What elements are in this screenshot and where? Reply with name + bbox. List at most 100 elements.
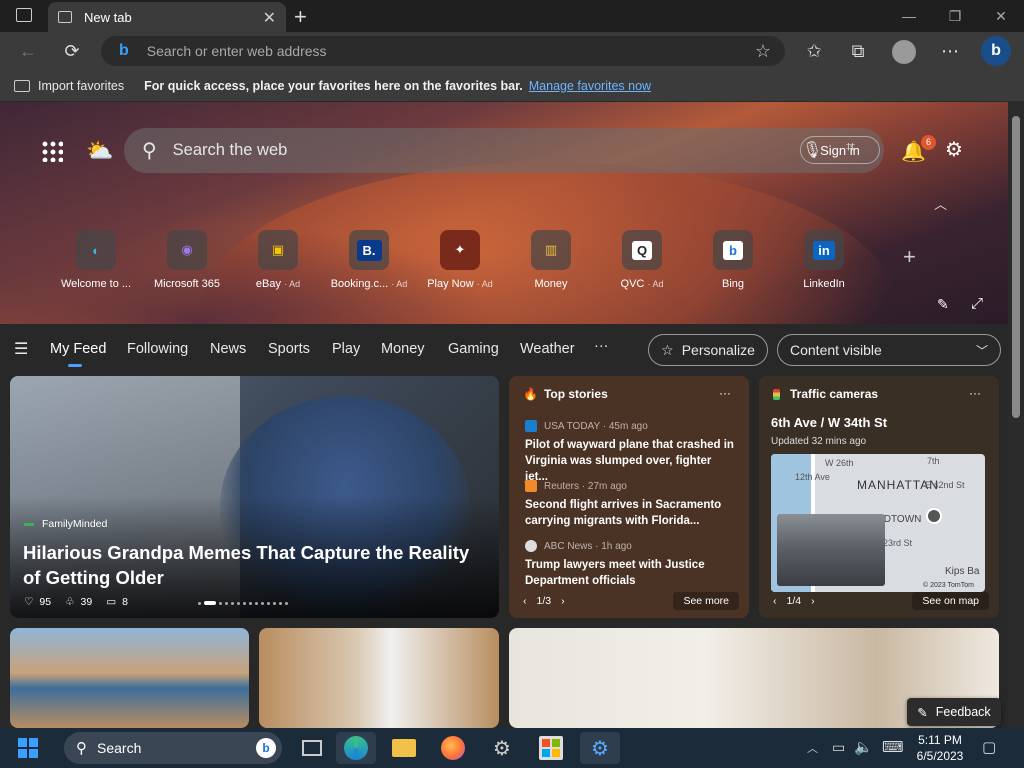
web-search-box[interactable]: ⚲ Search the web 🎙 ⌗ [124,128,884,173]
edit-background-icon[interactable]: ✎ [937,296,949,313]
taskbar-search-box[interactable]: ⚲ Search b [64,732,282,764]
clock[interactable]: 5:11 PM 6/5/2023 [910,732,970,764]
card-options-icon[interactable]: ··· [719,386,731,400]
nav-sports[interactable]: Sports [268,341,310,357]
map-copyright: © 2023 TomTom [923,582,974,589]
prev-icon[interactable]: ‹ [523,595,527,607]
back-icon[interactable]: ← [17,40,39,62]
task-view-icon[interactable] [292,732,332,764]
quicklink-play-now[interactable]: ✦ Play Now · Ad [420,230,500,290]
camera-thumbnail[interactable] [777,514,885,586]
nav-play[interactable]: Play [332,341,360,357]
volume-icon[interactable]: 🔈 [854,738,873,756]
network-icon[interactable]: ▭ [832,739,845,756]
settings-gear-icon[interactable]: ⚙ [945,137,963,162]
close-tab-icon[interactable]: ✕ [263,8,276,28]
clock-date: 6/5/2023 [916,749,964,763]
keyboard-icon[interactable]: ⌨ [882,738,904,756]
favorite-star-icon[interactable]: ☆ [755,41,771,62]
restore-icon[interactable]: ❐ [932,4,978,28]
weather-icon[interactable]: ⛅ [86,138,113,164]
nav-my-feed[interactable]: My Feed [50,341,106,357]
article-headline[interactable]: Hilarious Grandpa Memes That Capture the… [23,540,483,590]
feed-navigation: ☰ My Feed Following News Sports Play Mon… [0,324,1008,376]
nav-weather[interactable]: Weather [520,341,575,357]
map-label-street: 7th [927,456,940,466]
profile-avatar[interactable] [892,40,916,64]
quicklink-linkedin[interactable]: in LinkedIn [784,230,864,290]
hero-background: ⛅ ⚲ Search the web 🎙 ⌗ Sign in 🔔 6 ⚙ ︿ ◐… [0,102,1008,324]
article-source-label: FamilyMinded [42,518,108,530]
traffic-map[interactable]: MANHATTAN 7th E 42nd St 12th Ave W 26th … [771,454,985,592]
quicklink-microsoft-365[interactable]: ◉ Microsoft 365 [147,230,227,290]
card-options-icon[interactable]: ··· [969,386,981,400]
hamburger-menu-icon[interactable]: ☰ [14,339,28,359]
apps-grid-icon[interactable] [41,140,63,162]
nav-news[interactable]: News [210,341,246,357]
story-item[interactable]: ABC News · 1h ago Trump lawyers meet wit… [525,540,735,589]
sign-in-button[interactable]: Sign in [800,136,880,164]
microsoft-store-icon[interactable] [531,732,571,764]
like-icon[interactable]: ♡ [24,596,33,608]
notifications-icon[interactable]: ▢ [982,738,996,756]
ad-tag: · Ad [476,279,493,289]
comment-icon[interactable]: ▭ [106,596,116,608]
active-tab-underline [68,364,82,367]
product-photo-card[interactable] [259,628,499,728]
hero-article-card[interactable]: FamilyMinded Hilarious Grandpa Memes Tha… [10,376,499,618]
settings-app-icon[interactable]: ⚙ [482,732,522,764]
scrollbar-thumb[interactable] [1012,116,1020,418]
start-windows-icon[interactable] [8,732,48,764]
settings-gear-app-icon[interactable]: ⚙ [580,732,620,764]
story-item[interactable]: USA TODAY · 45m ago Pilot of wayward pla… [525,420,735,485]
more-menu-icon[interactable]: ⋯ [939,40,961,62]
feedback-label: Feedback [935,705,991,719]
firefox-icon[interactable] [433,732,473,764]
tab-new-tab[interactable]: New tab ✕ [48,2,286,32]
quicklink-welcome[interactable]: ◐ Welcome to ... [56,230,136,290]
next-icon[interactable]: › [811,595,815,607]
address-bar[interactable]: b Search or enter web address ☆ [101,36,785,66]
nav-gaming[interactable]: Gaming [448,341,499,357]
next-icon[interactable]: › [561,595,565,607]
quicklink-ebay[interactable]: ▣ eBay · Ad [238,230,318,290]
prev-icon[interactable]: ‹ [773,595,777,607]
collapse-chevron-icon[interactable]: ︿ [934,194,947,213]
see-on-map-button[interactable]: See on map [912,592,989,610]
bing-chat-icon[interactable]: b [981,36,1011,66]
nav-more-icon[interactable]: ··· [594,338,609,354]
favorites-icon[interactable]: ✩ [803,40,825,62]
add-quicklink-icon[interactable]: + [903,244,916,270]
feedback-button[interactable]: ✎ Feedback [907,698,1001,726]
quicklink-money[interactable]: ▥ Money [511,230,591,290]
manage-favorites-link[interactable]: Manage favorites now [529,79,651,93]
personalize-button[interactable]: ☆ Personalize [648,334,768,366]
new-tab-icon[interactable]: + [294,4,307,30]
vertical-scrollbar[interactable] [1008,102,1024,728]
nav-following[interactable]: Following [127,341,188,357]
import-favorites-button[interactable]: Import favorites [38,79,124,93]
story-item[interactable]: Reuters · 27m ago Second flight arrives … [525,480,735,529]
dislike-icon[interactable]: ♧ [65,596,74,608]
quicklink-label: QVC [620,278,645,290]
nav-money[interactable]: Money [381,341,425,357]
tray-overflow-icon[interactable]: ︿ [807,740,818,756]
edge-browser-icon[interactable] [336,732,376,764]
quicklink-booking[interactable]: B. Booking.c... · Ad [329,230,409,290]
close-window-icon[interactable]: ✕ [978,4,1024,28]
minimize-icon[interactable]: — [886,4,932,28]
collections-icon[interactable]: ⧉ [847,40,869,62]
file-explorer-icon[interactable] [384,732,424,764]
content-visible-dropdown[interactable]: Content visible ﹀ [777,334,1001,366]
quicklink-bing[interactable]: b Bing [693,230,773,290]
refresh-icon[interactable]: ⟳ [61,40,83,62]
see-more-button[interactable]: See more [673,592,739,610]
quicklink-qvc[interactable]: Q QVC · Ad [602,230,682,290]
camera-pin-icon[interactable] [926,508,942,524]
expand-icon[interactable]: ⤢ [971,295,983,312]
dislike-count: 39 [80,596,93,608]
lake-photo-card[interactable] [10,628,249,728]
tab-actions-icon[interactable] [16,8,32,22]
carousel-dots[interactable] [198,601,288,605]
traffic-updated: Updated 32 mins ago [771,436,867,447]
